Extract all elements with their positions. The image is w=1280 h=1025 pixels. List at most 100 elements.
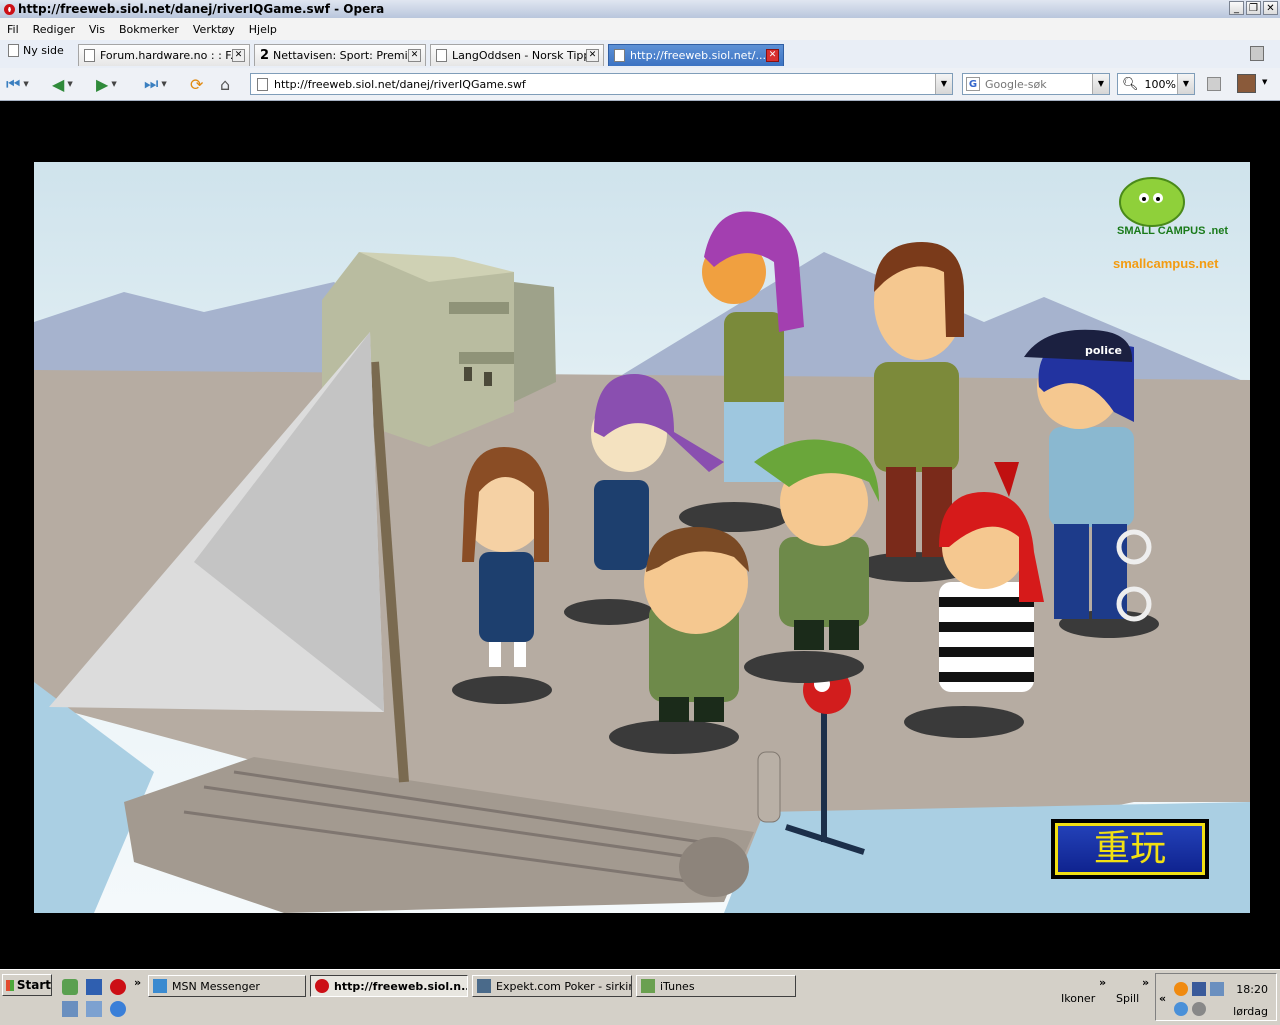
replay-button[interactable]: 重玩 bbox=[1051, 819, 1209, 879]
msn-icon bbox=[153, 979, 167, 993]
tab-label: Nettavisen: Sport: Premi... bbox=[273, 49, 408, 62]
new-page-icon bbox=[8, 44, 19, 57]
google-icon: G bbox=[966, 77, 980, 91]
game-stage[interactable]: SMALL CAMPUS .net smallcampus.net police… bbox=[34, 162, 1250, 913]
menu-file[interactable]: Fil bbox=[0, 23, 26, 36]
itunes-icon bbox=[641, 979, 655, 993]
quicklaunch-window-icon[interactable] bbox=[62, 1001, 78, 1017]
toolbar-icons-label[interactable]: Ikoner bbox=[1061, 992, 1095, 1005]
menu-bar: Fil Rediger Vis Bokmerker Verktøy Hjelp bbox=[0, 18, 1280, 40]
task-msn-messenger[interactable]: MSN Messenger bbox=[148, 975, 306, 997]
reload-icon: ⟳ bbox=[190, 74, 204, 94]
nettavisen-icon: 2 bbox=[260, 48, 270, 63]
start-button[interactable]: Start bbox=[2, 974, 52, 996]
dropdown-arrow-icon[interactable]: ▼ bbox=[67, 80, 72, 88]
restore-button[interactable]: ❐ bbox=[1246, 1, 1261, 15]
home-button[interactable]: ⌂ bbox=[220, 74, 230, 94]
tab-label: LangOddsen - Norsk Tipp... bbox=[452, 49, 586, 62]
zoom-magnifier-icon: 🔍︎ bbox=[1122, 76, 1139, 92]
tab-close-icon[interactable]: ✕ bbox=[408, 49, 421, 62]
zoom-dropdown-icon[interactable]: ▼ bbox=[1177, 74, 1194, 94]
forward-button[interactable]: ▶ ▼ bbox=[96, 74, 117, 94]
clock-time[interactable]: 18:20 bbox=[1236, 983, 1268, 996]
police-cap-label: police bbox=[1083, 344, 1124, 357]
page-icon bbox=[614, 49, 625, 62]
menu-bookmarks[interactable]: Bokmerker bbox=[112, 23, 186, 36]
menu-tools[interactable]: Verktøy bbox=[186, 23, 242, 36]
tab-label: http://freeweb.siol.net/... bbox=[630, 49, 766, 62]
search-engine-dropdown-icon[interactable]: ▼ bbox=[1092, 74, 1109, 94]
tray-gear-icon[interactable] bbox=[1192, 1002, 1206, 1016]
tab-label: Forum.hardware.no : : F... bbox=[100, 49, 232, 62]
search-input[interactable] bbox=[985, 77, 1085, 91]
search-field[interactable]: G ▼ bbox=[962, 73, 1110, 95]
window-titlebar: http://freeweb.siol.net/danej/riverIQGam… bbox=[0, 0, 1280, 18]
tray-msn-icon[interactable] bbox=[1174, 1002, 1188, 1016]
task-itunes[interactable]: iTunes bbox=[636, 975, 796, 997]
windows-taskbar: Start » MSN Messenger http://freeweb.sio… bbox=[0, 969, 1280, 1025]
tab-close-icon[interactable]: ✕ bbox=[586, 49, 599, 62]
page-icon bbox=[257, 77, 268, 91]
opera-icon bbox=[315, 979, 329, 993]
quicklaunch-overflow-icon[interactable]: » bbox=[134, 976, 141, 989]
menu-view[interactable]: Vis bbox=[82, 23, 112, 36]
tray-expand-icon[interactable]: « bbox=[1159, 992, 1166, 1005]
task-expekt-poker[interactable]: Expekt.com Poker - sirkim bbox=[472, 975, 632, 997]
tab-freeweb-active[interactable]: http://freeweb.siol.net/... ✕ bbox=[608, 44, 784, 66]
lock-icon[interactable] bbox=[1207, 77, 1221, 91]
mooring-post bbox=[757, 751, 781, 823]
quicklaunch-music-icon[interactable] bbox=[62, 979, 78, 995]
menu-help[interactable]: Hjelp bbox=[242, 23, 284, 36]
address-dropdown-icon[interactable]: ▼ bbox=[935, 74, 952, 94]
minimize-button[interactable]: _ bbox=[1229, 1, 1244, 15]
logo-badge: SMALL CAMPUS .net bbox=[1117, 225, 1229, 237]
tab-close-icon[interactable]: ✕ bbox=[232, 49, 245, 62]
new-page-label: Ny side bbox=[23, 44, 64, 57]
address-field[interactable]: http://freeweb.siol.net/danej/riverIQGam… bbox=[250, 73, 953, 95]
tab-nettavisen[interactable]: 2 Nettavisen: Sport: Premi... ✕ bbox=[254, 44, 426, 66]
forward-arrow-icon: ▶ bbox=[96, 74, 109, 94]
toolbar-overflow-icon[interactable]: » bbox=[1142, 976, 1149, 989]
back-arrow-icon: ◀ bbox=[52, 74, 65, 94]
tab-bar: Ny side Forum.hardware.no : : F... ✕ 2 N… bbox=[0, 40, 1280, 69]
dropdown-arrow-icon[interactable]: ▼ bbox=[1262, 78, 1267, 86]
dropdown-arrow-icon[interactable]: ▼ bbox=[23, 80, 28, 88]
task-label: MSN Messenger bbox=[172, 979, 260, 993]
zoom-control[interactable]: 🔍︎ 100% ▼ bbox=[1117, 73, 1195, 95]
back-button[interactable]: ◀ ▼ bbox=[52, 74, 73, 94]
fast-forward-button[interactable]: ⏭ ▼ bbox=[144, 74, 167, 94]
user-avatar-icon[interactable] bbox=[1237, 74, 1256, 93]
quicklaunch-desktop-icon[interactable] bbox=[86, 1001, 102, 1017]
tray-network-icon[interactable] bbox=[1192, 982, 1206, 996]
system-tray: « 18:20 lørdag bbox=[1155, 973, 1277, 1021]
rewind-icon: ⏮ bbox=[6, 74, 21, 93]
task-label: Expekt.com Poker - sirkim bbox=[496, 979, 632, 993]
quicklaunch-opera-icon[interactable] bbox=[110, 979, 126, 995]
start-label: Start bbox=[16, 978, 51, 992]
opera-icon bbox=[4, 3, 15, 15]
quicklaunch-ie-icon[interactable] bbox=[110, 1001, 126, 1017]
reload-button[interactable]: ⟳ bbox=[190, 74, 203, 94]
tray-orange-icon[interactable] bbox=[1174, 982, 1188, 996]
replay-label: 重玩 bbox=[1055, 823, 1205, 875]
task-opera[interactable]: http://freeweb.siol.n... bbox=[310, 975, 468, 997]
trash-icon[interactable] bbox=[1250, 46, 1264, 61]
navigation-bar: ⏮ ▼ ◀ ▼ ▶ ▼ ⏭ ▼ ⟳ ⌂ http://freeweb.siol.net/… bbox=[0, 68, 1280, 101]
close-button[interactable]: ✕ bbox=[1263, 1, 1278, 15]
new-page-button[interactable]: Ny side bbox=[8, 44, 64, 57]
menu-edit[interactable]: Rediger bbox=[26, 23, 82, 36]
toolbar-overflow-icon[interactable]: » bbox=[1099, 976, 1106, 989]
rewind-button[interactable]: ⏮ ▼ bbox=[6, 74, 29, 94]
tab-forum-hardware[interactable]: Forum.hardware.no : : F... ✕ bbox=[78, 44, 250, 66]
tray-volume-icon[interactable] bbox=[1210, 982, 1224, 996]
quicklaunch-l-icon[interactable] bbox=[86, 979, 102, 995]
tab-close-icon[interactable]: ✕ bbox=[766, 49, 779, 62]
zoom-value: 100% bbox=[1144, 77, 1176, 91]
dropdown-arrow-icon[interactable]: ▼ bbox=[161, 80, 166, 88]
fast-forward-icon: ⏭ bbox=[144, 74, 159, 93]
toolbar-games-label[interactable]: Spill bbox=[1116, 992, 1139, 1005]
tab-langoddsen[interactable]: LangOddsen - Norsk Tipp... ✕ bbox=[430, 44, 604, 66]
dropdown-arrow-icon[interactable]: ▼ bbox=[111, 80, 116, 88]
address-url: http://freeweb.siol.net/danej/riverIQGam… bbox=[274, 77, 526, 91]
logo-text[interactable]: smallcampus.net bbox=[1113, 256, 1219, 271]
